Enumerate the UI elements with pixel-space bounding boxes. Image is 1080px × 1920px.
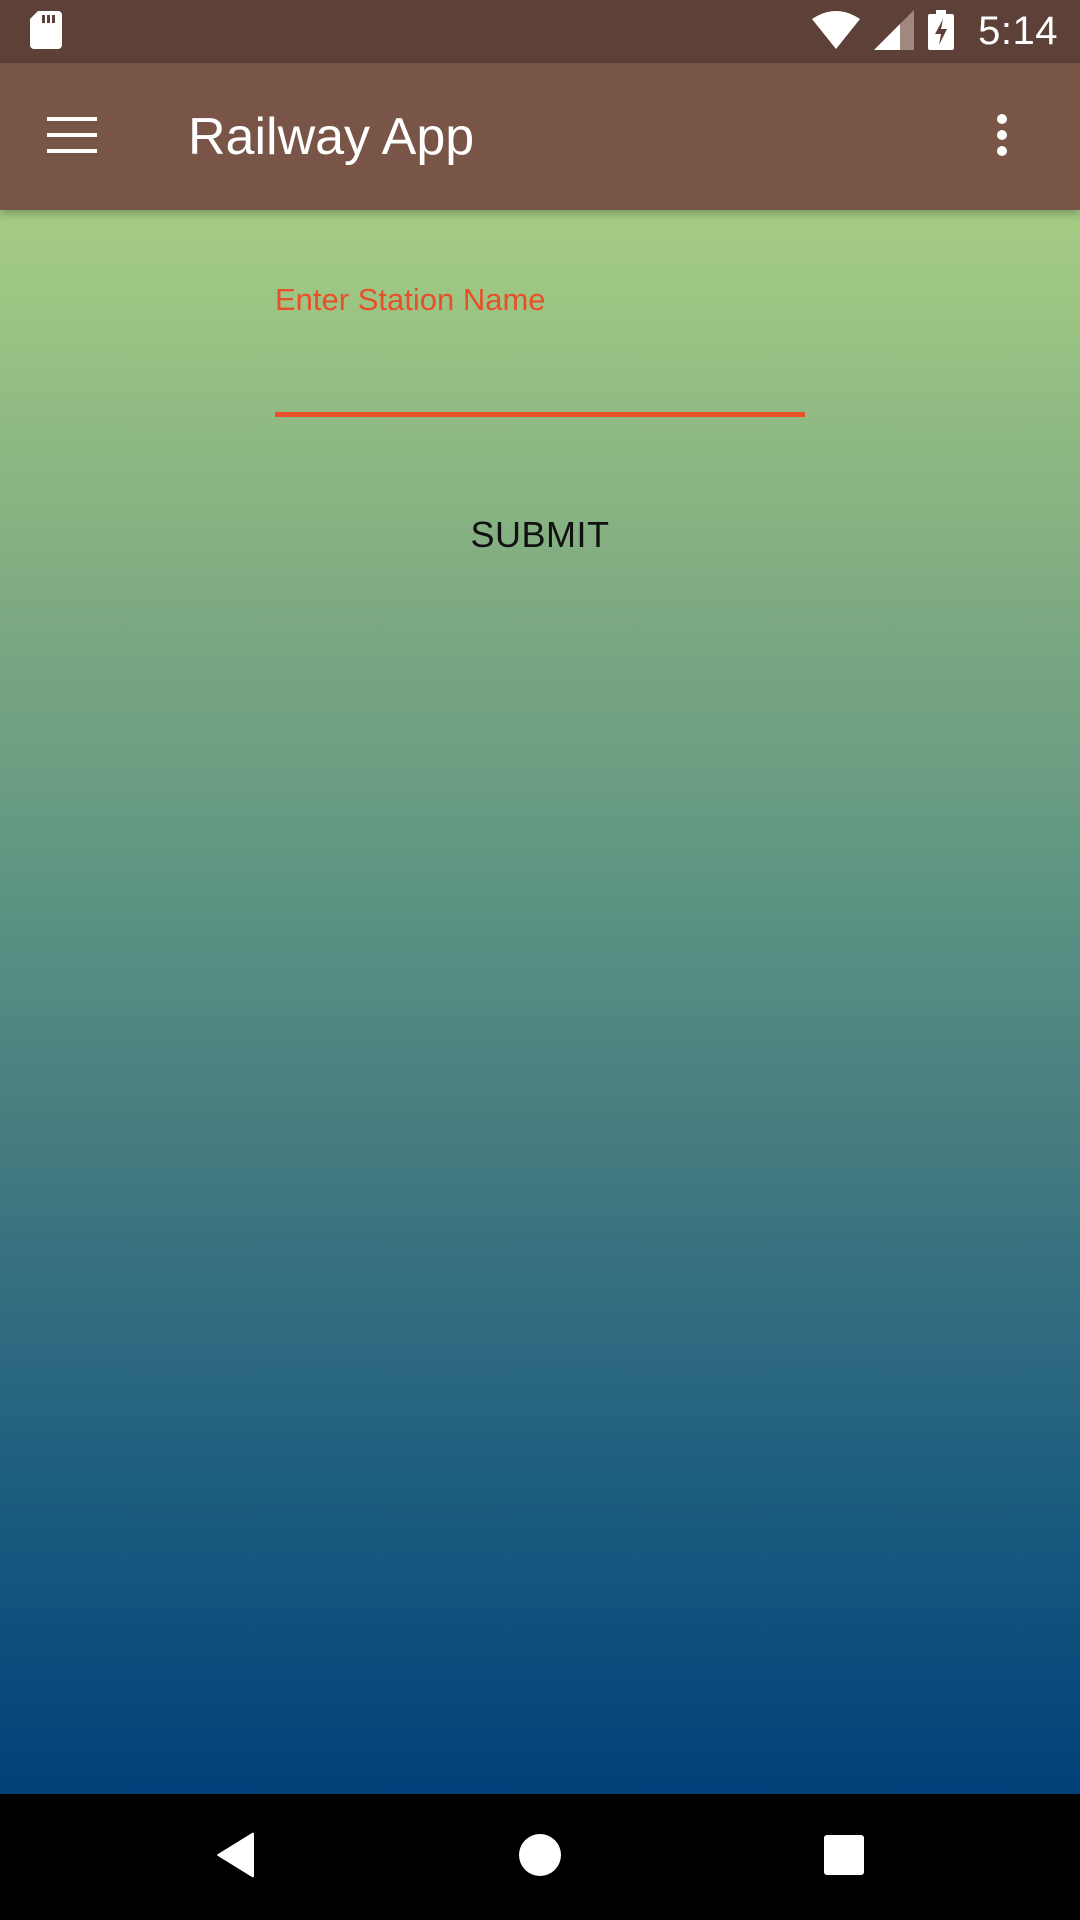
status-bar: 5:14	[0, 0, 1080, 63]
back-button[interactable]	[186, 1812, 286, 1902]
overflow-menu-button[interactable]	[954, 89, 1050, 185]
home-icon	[519, 1834, 561, 1880]
status-time: 5:14	[978, 9, 1058, 53]
station-name-underline	[275, 412, 805, 417]
battery-charging-icon	[928, 9, 955, 54]
status-left	[30, 10, 62, 53]
menu-button[interactable]	[24, 89, 120, 185]
home-button[interactable]	[490, 1812, 590, 1902]
station-name-input[interactable]	[275, 328, 805, 408]
station-name-label: Enter Station Name	[275, 282, 546, 317]
screen: 5:14 Railway App Enter Station Name SUBM…	[0, 0, 1080, 1920]
wifi-icon	[812, 10, 861, 53]
app-bar: Railway App	[0, 63, 1080, 210]
cell-signal-icon	[874, 9, 915, 54]
recents-button[interactable]	[794, 1812, 894, 1902]
app-title: Railway App	[188, 107, 475, 166]
back-icon	[216, 1832, 256, 1882]
status-right: 5:14	[812, 9, 1058, 54]
station-name-field: Enter Station Name	[275, 282, 805, 422]
hamburger-menu-icon	[47, 116, 97, 157]
recents-icon	[824, 1835, 864, 1879]
main-content: Enter Station Name SUBMIT	[0, 210, 1080, 1794]
sd-card-icon	[30, 10, 62, 53]
more-vert-icon	[996, 114, 1008, 160]
submit-button[interactable]: SUBMIT	[440, 490, 640, 580]
navigation-bar	[0, 1794, 1080, 1920]
